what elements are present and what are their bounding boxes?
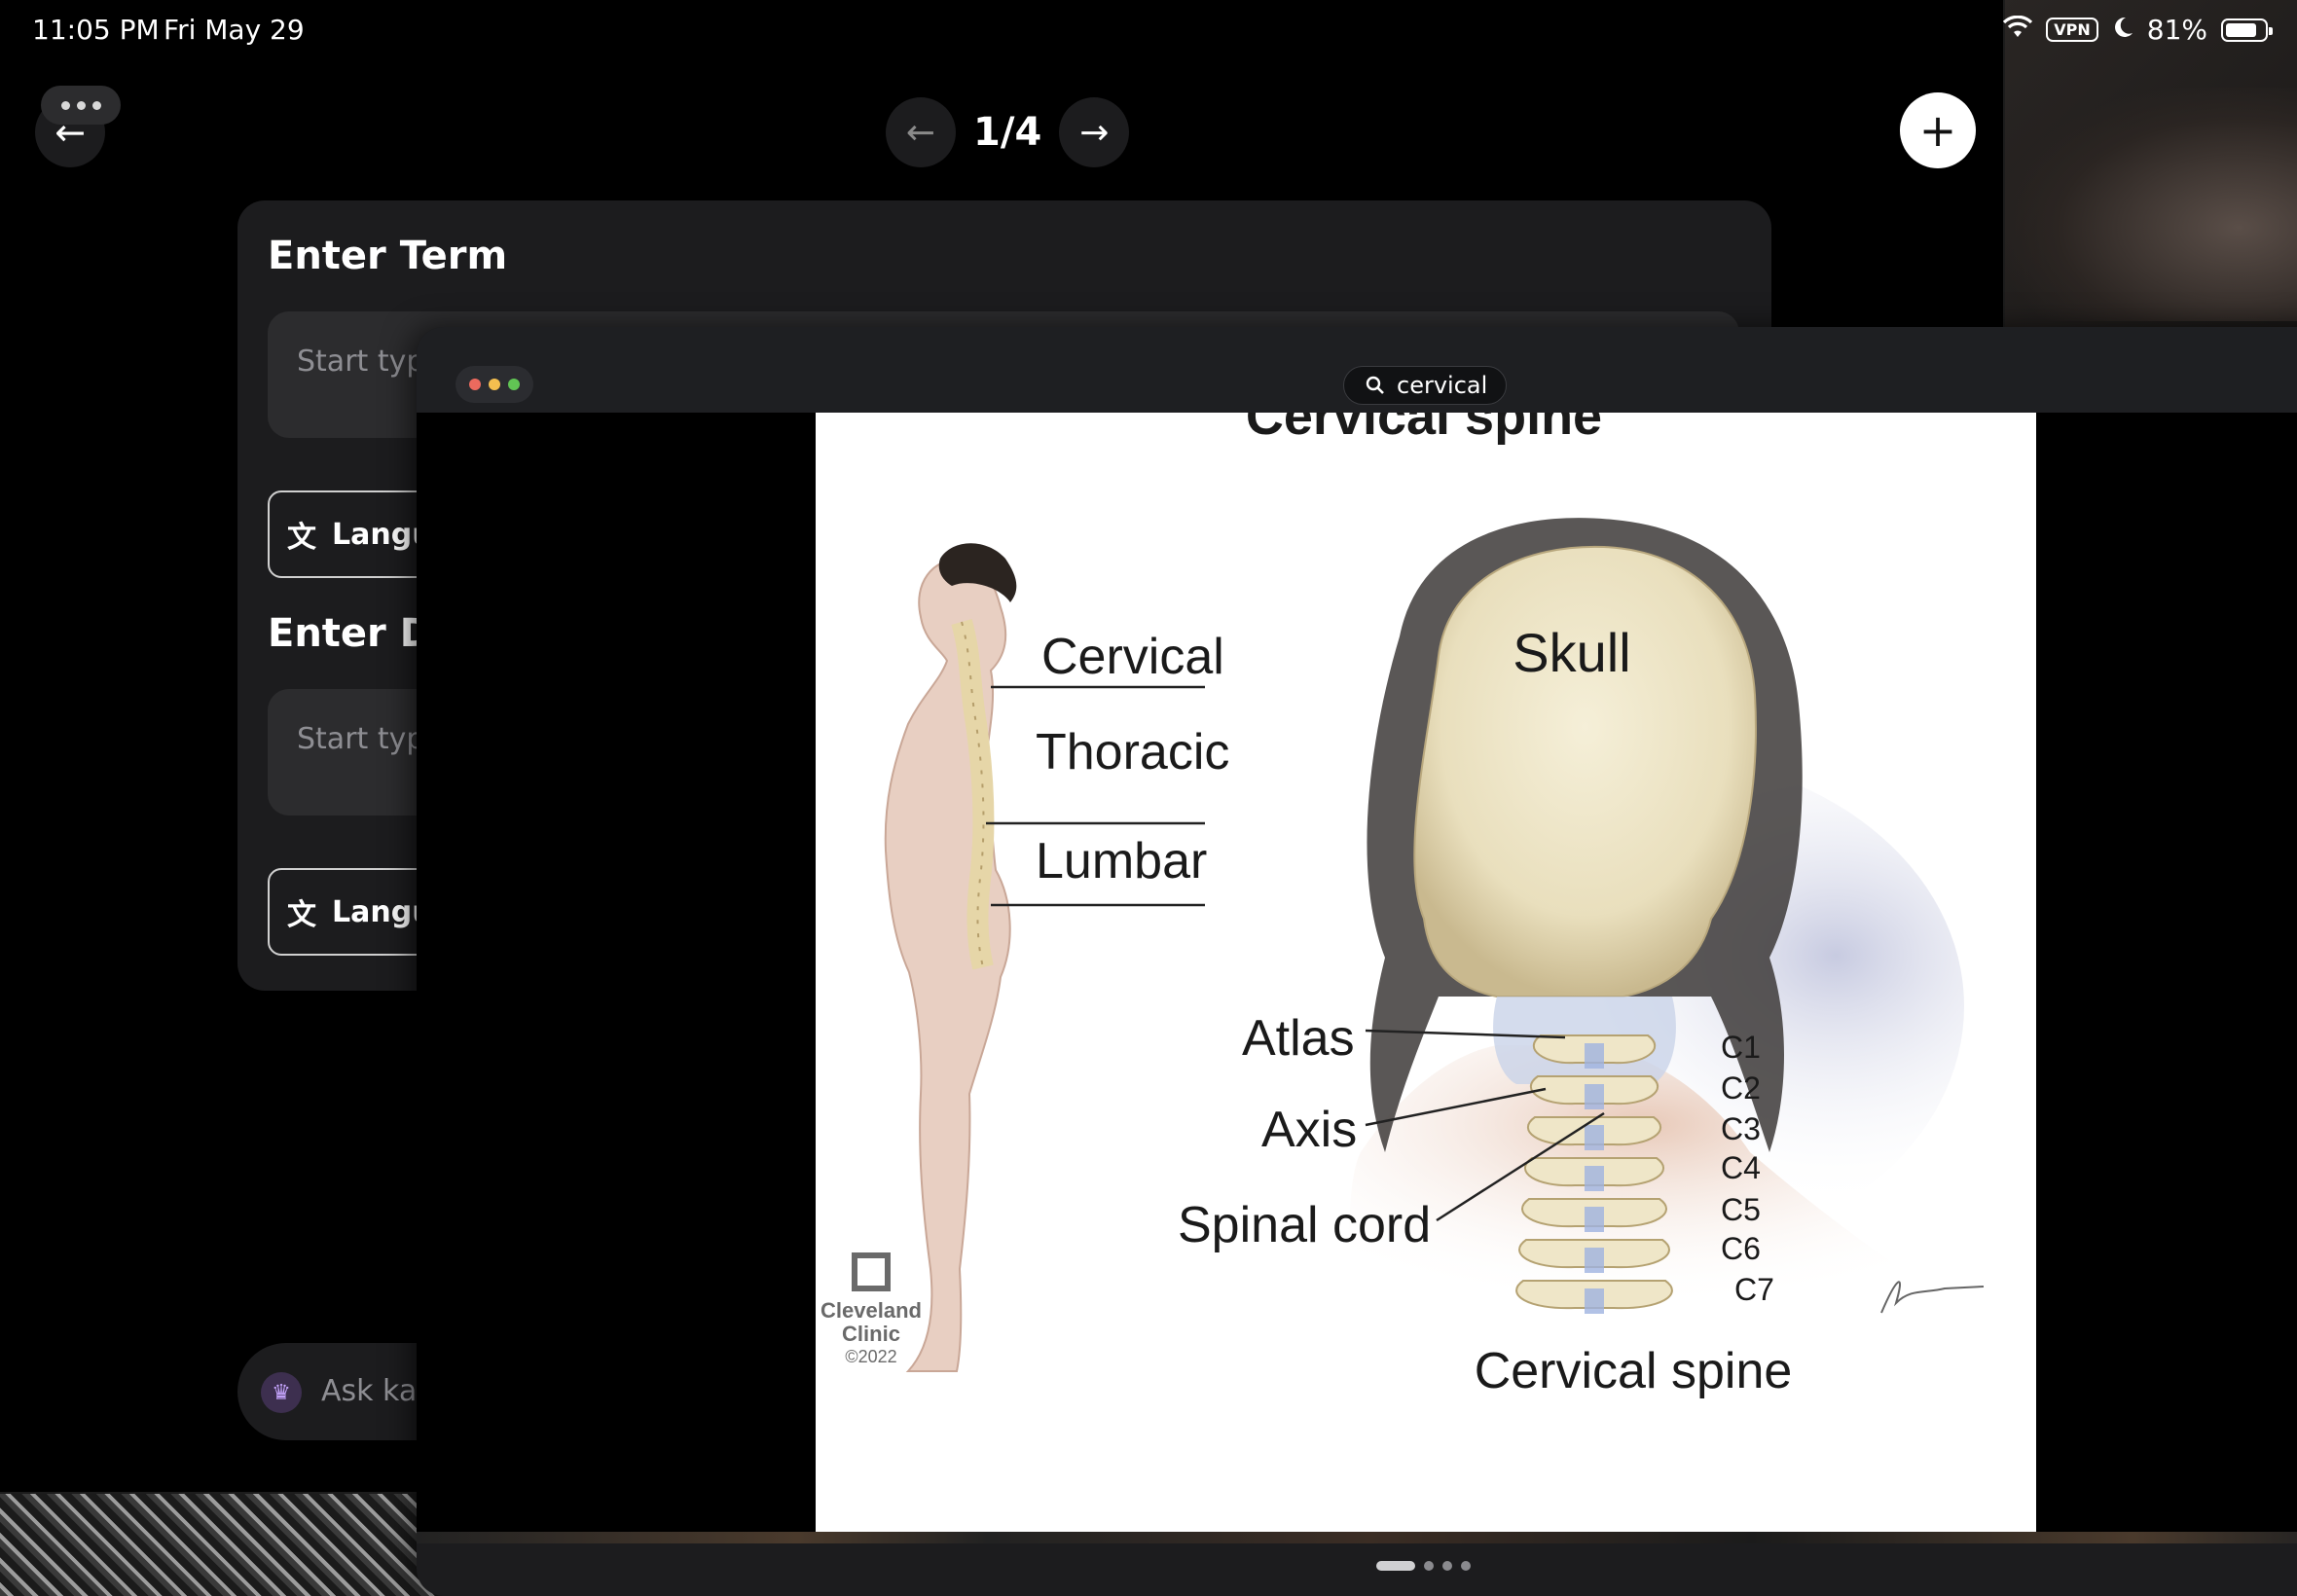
label-cervical: Cervical — [1041, 629, 1224, 685]
logo-line-2: Clinic — [842, 1322, 900, 1346]
cleveland-clinic-logo: Cleveland Clinic ©2022 — [820, 1252, 922, 1366]
add-card-button[interactable]: + — [1900, 92, 1976, 168]
spinal-cord-segment — [1585, 1248, 1604, 1273]
vpn-badge: VPN — [2046, 18, 2098, 42]
label-c2: C2 — [1721, 1070, 1761, 1106]
label-c7: C7 — [1734, 1272, 1774, 1307]
label-caption: Cervical spine — [1475, 1343, 1793, 1399]
page-dot[interactable] — [1376, 1561, 1415, 1571]
battery-level — [2226, 22, 2256, 37]
logo-year: ©2022 — [845, 1347, 896, 1366]
term-placeholder: Start typi — [297, 345, 433, 379]
translate-icon: 文 — [287, 898, 316, 932]
label-axis: Axis — [1261, 1102, 1357, 1158]
search-pill[interactable]: cervical — [1343, 366, 1507, 405]
crown-icon: ♛ — [261, 1372, 302, 1413]
arrow-right-icon: → — [1079, 112, 1110, 153]
image-viewer-window: cervical Cervical spine Cervical Thoraci… — [417, 327, 2297, 1596]
zoom-dot[interactable] — [508, 379, 520, 390]
definition-placeholder: Start typ — [297, 722, 425, 756]
moon-icon — [2112, 14, 2133, 46]
label-c1: C1 — [1721, 1030, 1761, 1065]
next-card-button[interactable]: → — [1059, 97, 1130, 167]
status-indicators: VPN 81% — [2003, 14, 2273, 46]
search-query: cervical — [1397, 372, 1488, 399]
label-c5: C5 — [1721, 1192, 1761, 1227]
search-icon — [1366, 376, 1384, 394]
label-c6: C6 — [1721, 1231, 1761, 1266]
spinal-cord-segment — [1585, 1288, 1604, 1314]
status-bar: 11:05 PM Fri May 29 VPN 81% — [0, 0, 2297, 62]
term-label: Enter Term — [268, 234, 508, 278]
minimize-dot[interactable] — [489, 379, 500, 390]
thumbnail-strip — [417, 1532, 2297, 1543]
label-spinal-cord: Spinal cord — [1178, 1197, 1431, 1253]
window-menu-button[interactable] — [41, 86, 121, 125]
background-app-sliver — [0, 1479, 448, 1596]
label-c4: C4 — [1721, 1150, 1761, 1185]
ask-placeholder: Ask ka — [321, 1374, 418, 1408]
translate-icon: 文 — [287, 521, 316, 555]
status-time: 11:05 PM — [32, 14, 160, 46]
plus-icon: + — [1918, 104, 1957, 157]
card-pager: ← 1/4 → — [886, 97, 1130, 167]
battery-icon — [2221, 18, 2273, 42]
window-titlebar: cervical — [417, 327, 2297, 413]
arrow-left-icon: ← — [905, 112, 936, 153]
label-c3: C3 — [1721, 1111, 1761, 1146]
spinal-cord-segment — [1585, 1043, 1604, 1069]
page-dot[interactable] — [1442, 1561, 1452, 1571]
battery-percent: 81% — [2146, 14, 2207, 46]
cervical-spine-illustration: Cervical spine Cervical Thoracic Lumbar — [816, 413, 2036, 1532]
page-dot[interactable] — [1461, 1561, 1471, 1571]
spinal-cord-segment — [1585, 1166, 1604, 1191]
illustration-title: Cervical spine — [1246, 413, 1602, 446]
wifi-icon — [2003, 14, 2033, 46]
window-controls[interactable] — [456, 366, 533, 403]
spinal-cord-segment — [1585, 1207, 1604, 1232]
anatomy-drawing: Cervical spine Cervical Thoracic Lumbar — [820, 413, 1985, 1399]
spinal-cord-segment — [1585, 1125, 1604, 1150]
close-dot[interactable] — [469, 379, 481, 390]
label-thoracic: Thoracic — [1036, 724, 1229, 780]
label-atlas: Atlas — [1242, 1010, 1355, 1067]
page-dot[interactable] — [1424, 1561, 1434, 1571]
spinal-cord-segment — [1585, 1084, 1604, 1109]
previous-card-button[interactable]: ← — [886, 97, 956, 167]
label-skull: Skull — [1513, 622, 1630, 683]
standing-figure — [884, 543, 1017, 1372]
page-indicator — [1376, 1561, 1471, 1571]
background-face — [2005, 88, 2297, 321]
logo-line-1: Cleveland — [820, 1298, 922, 1323]
pager-count: 1/4 — [973, 110, 1042, 155]
skull-drawing — [1322, 518, 1964, 1308]
status-date: Fri May 29 — [164, 14, 305, 46]
label-lumbar: Lumbar — [1036, 833, 1207, 889]
